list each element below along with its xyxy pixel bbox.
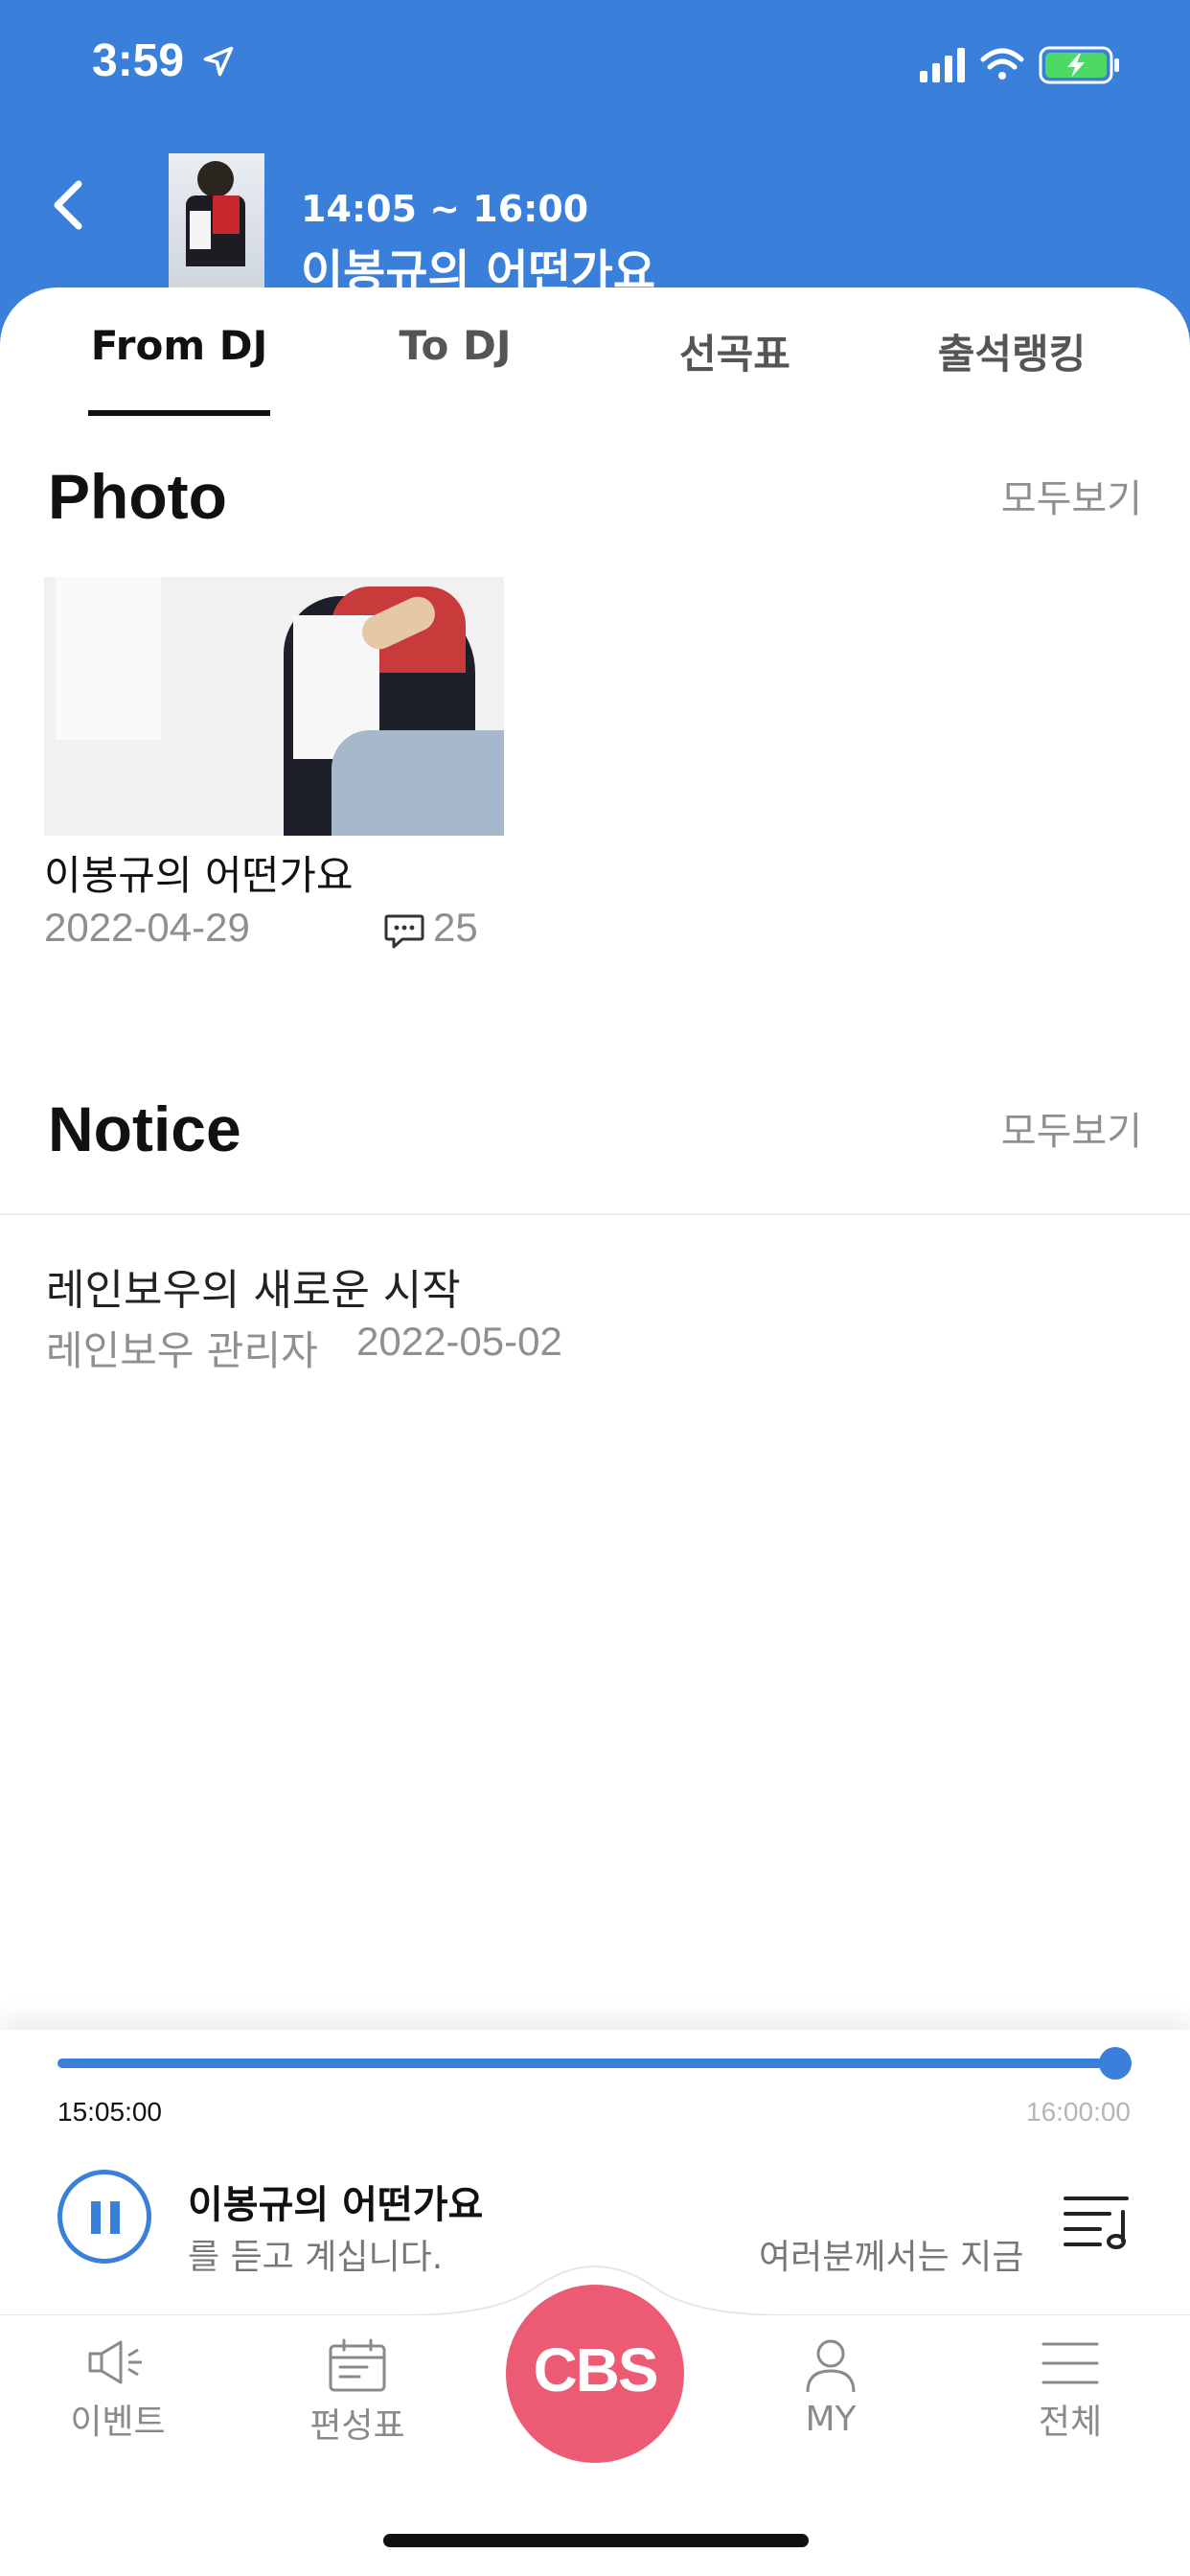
calendar-icon — [329, 2338, 386, 2392]
section-divider — [0, 1213, 1190, 1215]
tab-schedule[interactable]: 편성표 — [286, 2336, 429, 2448]
status-icons — [920, 46, 1119, 84]
wifi-icon — [980, 48, 1024, 80]
tab-playlist[interactable]: 선곡표 — [644, 322, 826, 380]
progress-knob[interactable] — [1099, 2047, 1132, 2080]
tab-from-dj[interactable]: From DJ — [88, 322, 270, 369]
playlist-icon[interactable] — [1060, 2187, 1136, 2254]
dj-profile-image — [169, 153, 264, 288]
status-time: 3:59 — [92, 35, 185, 86]
battery-icon — [1039, 46, 1119, 84]
content-card: From DJ To DJ 선곡표 출석랭킹 Photo 모두보기 이봉규의 어… — [0, 288, 1190, 2032]
cbs-logo: CBS — [533, 2335, 658, 2404]
pause-icon — [91, 2201, 101, 2234]
tab-schedule-label: 편성표 — [309, 2406, 405, 2446]
notice-item-author: 레인보우 관리자 — [46, 1327, 318, 1374]
home-indicator — [383, 2534, 809, 2547]
photo-item-title[interactable]: 이봉규의 어떤가요 — [44, 843, 353, 902]
photo-item-date: 2022-04-29 — [44, 905, 250, 950]
photo-section-title: Photo — [48, 461, 227, 532]
active-tab-indicator — [88, 410, 270, 416]
menu-icon — [1041, 2342, 1099, 2384]
player-end-time: 16:00:00 — [1026, 2097, 1131, 2127]
tab-all[interactable]: 전체 — [998, 2336, 1142, 2444]
notice-section-title: Notice — [48, 1093, 241, 1164]
tab-bar-top: From DJ To DJ 선곡표 출석랭킹 — [0, 288, 1190, 422]
progress-fill — [57, 2058, 1115, 2068]
megaphone-icon — [88, 2340, 142, 2384]
tab-event-label: 이벤트 — [70, 2403, 166, 2442]
notice-item-date: 2022-05-02 — [356, 1319, 562, 1364]
now-playing-title: 이봉규의 어떤가요 — [188, 2183, 484, 2227]
photo-thumbnail[interactable] — [44, 577, 504, 836]
signal-icon — [920, 48, 965, 82]
tab-my-label: MY — [805, 2400, 857, 2439]
show-time-range: 14:05 ~ 16:00 — [301, 188, 589, 230]
back-arrow-icon[interactable] — [38, 172, 105, 240]
pause-button[interactable] — [57, 2170, 151, 2264]
person-icon — [806, 2339, 856, 2393]
photo-comment-count: 25 — [433, 905, 478, 950]
photo-see-all-link[interactable]: 모두보기 — [1001, 468, 1142, 523]
tab-my[interactable]: MY — [759, 2336, 903, 2439]
location-arrow-icon — [203, 46, 234, 77]
notice-see-all-link[interactable]: 모두보기 — [1001, 1100, 1142, 1156]
progress-bar[interactable] — [57, 2047, 1132, 2080]
tab-to-dj[interactable]: To DJ — [364, 322, 546, 369]
notice-item-title[interactable]: 레인보우의 새로운 시작 — [46, 1255, 461, 1317]
tab-all-label: 전체 — [1038, 2403, 1103, 2442]
comment-icon — [384, 914, 424, 949]
player-start-time: 15:05:00 — [57, 2097, 162, 2127]
tab-event[interactable]: 이벤트 — [46, 2336, 190, 2444]
tab-attendance-ranking[interactable]: 출석랭킹 — [916, 322, 1108, 380]
cbs-home-button[interactable]: CBS — [506, 2285, 684, 2463]
